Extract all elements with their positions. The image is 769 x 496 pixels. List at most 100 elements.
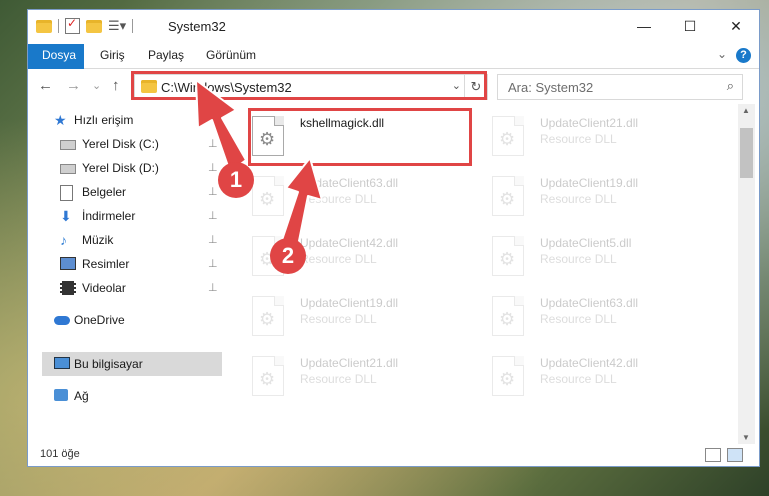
sidebar-item-label: Bu bilgisayar: [74, 357, 143, 371]
file-type: Resource DLL: [540, 252, 617, 266]
file-name: UpdateClient21.dll: [300, 356, 399, 370]
file-type: Resource DLL: [300, 372, 377, 386]
gear-icon: ⚙: [499, 369, 516, 389]
navigation-bar: ← → ⌄ ↑ C:\Windows\System32 ⌄ ↻ Ara: Sys…: [28, 69, 759, 103]
sidebar-item-label: Yerel Disk (C:): [82, 137, 159, 151]
file-type: Resource DLL: [300, 192, 377, 206]
details-view-icon[interactable]: [705, 448, 721, 462]
pin-icon[interactable]: ⊥: [208, 204, 218, 228]
properties-icon[interactable]: [65, 16, 80, 34]
dll-file-icon: ⚙: [252, 296, 284, 336]
file-item[interactable]: ⚙ UpdateClient63.dll Resource DLL: [246, 170, 476, 220]
sidebar-item-label: Yerel Disk (D:): [82, 161, 159, 175]
drive-icon: [60, 164, 76, 174]
file-item[interactable]: ⚙ UpdateClient21.dll Resource DLL: [486, 110, 716, 160]
up-button[interactable]: ↑: [112, 77, 120, 94]
sidebar-item-downloads[interactable]: ⬇ İndirmeler ⊥: [28, 204, 224, 228]
sidebar-item-music[interactable]: ♪ Müzik ⊥: [28, 228, 224, 252]
sidebar-item-videos[interactable]: Videolar ⊥: [28, 276, 224, 300]
item-count: 101 öğe: [40, 448, 80, 460]
scroll-thumb[interactable]: [740, 128, 753, 178]
sidebar-item-label: İndirmeler: [82, 209, 136, 223]
sidebar-item-local-disk-d[interactable]: Yerel Disk (D:) ⊥: [28, 156, 224, 180]
pin-icon[interactable]: ⊥: [208, 252, 218, 276]
sidebar-item-label: Hızlı erişim: [74, 113, 134, 127]
forward-button[interactable]: →: [66, 77, 81, 94]
computer-icon: [54, 357, 70, 369]
pin-icon[interactable]: ⊥: [208, 180, 218, 204]
file-type: Resource DLL: [540, 192, 617, 206]
file-type: Resource DLL: [300, 252, 377, 266]
file-name: UpdateClient63.dll: [540, 296, 639, 310]
toolbar-divider: [58, 19, 59, 33]
sidebar-item-pictures[interactable]: Resimler ⊥: [28, 252, 224, 276]
help-icon[interactable]: ?: [736, 48, 751, 63]
new-folder-icon[interactable]: [86, 19, 102, 33]
sidebar-item-label: OneDrive: [74, 313, 125, 327]
sidebar-item-label: Ağ: [74, 389, 89, 403]
window-title: System32: [168, 19, 226, 34]
file-name: UpdateClient42.dll: [300, 236, 399, 250]
dll-file-icon: ⚙: [492, 116, 524, 156]
sidebar-item-label: Resimler: [82, 257, 130, 271]
dll-file-icon: ⚙: [492, 356, 524, 396]
scroll-down-icon[interactable]: ▼: [742, 433, 750, 442]
file-item[interactable]: ⚙ UpdateClient42.dll Resource DLL: [486, 350, 716, 400]
search-icon[interactable]: ⌕: [727, 78, 734, 94]
tab-home[interactable]: Giriş: [86, 44, 139, 67]
video-icon: [60, 281, 76, 295]
large-icons-view-icon[interactable]: [727, 448, 743, 462]
sidebar-item-network[interactable]: Ağ: [28, 384, 224, 408]
back-button[interactable]: ←: [38, 77, 53, 94]
file-item[interactable]: ⚙ UpdateClient19.dll Resource DLL: [486, 170, 716, 220]
maximize-button[interactable]: ☐: [667, 10, 713, 42]
file-item[interactable]: ⚙ UpdateClient5.dll Resource DLL: [486, 230, 716, 280]
customize-toolbar-icon[interactable]: ☰▾: [108, 18, 126, 34]
step-2-badge: 2: [270, 238, 306, 274]
gear-icon: ⚙: [499, 189, 516, 209]
minimize-button[interactable]: —: [621, 10, 667, 42]
gear-icon: ⚙: [259, 189, 276, 209]
sidebar-item-local-disk-c[interactable]: Yerel Disk (C:) ⊥: [28, 132, 224, 156]
pin-icon[interactable]: ⊥: [208, 276, 218, 300]
star-icon: ★: [54, 112, 67, 128]
sidebar-item-label: Videolar: [82, 281, 126, 295]
dll-file-icon: ⚙: [492, 236, 524, 276]
dll-file-icon: ⚙: [252, 356, 284, 396]
file-type: Resource DLL: [540, 372, 617, 386]
dll-file-icon: ⚙: [492, 296, 524, 336]
file-name: UpdateClient42.dll: [540, 356, 639, 370]
file-item[interactable]: ⚙ UpdateClient21.dll Resource DLL: [246, 350, 476, 400]
vertical-scrollbar[interactable]: ▲ ▼: [738, 104, 755, 444]
file-name: UpdateClient21.dll: [540, 116, 639, 130]
sidebar-item-this-pc[interactable]: Bu bilgisayar: [42, 352, 222, 376]
sidebar-item-label: Belgeler: [82, 185, 127, 199]
download-icon: ⬇: [60, 208, 72, 224]
cloud-icon: [54, 316, 70, 325]
sidebar-item-quick-access[interactable]: ★ Hızlı erişim: [28, 108, 224, 132]
pin-icon[interactable]: ⊥: [208, 228, 218, 252]
pin-icon[interactable]: ⊥: [208, 132, 218, 156]
tab-share[interactable]: Paylaş: [134, 44, 198, 67]
recent-locations-button[interactable]: ⌄: [92, 79, 101, 92]
file-name: UpdateClient63.dll: [300, 176, 399, 190]
ribbon-tabs: Dosya Giriş Paylaş Görünüm ⌄ ?: [28, 44, 759, 94]
pin-icon[interactable]: ⊥: [208, 156, 218, 180]
folder-icon[interactable]: [36, 19, 52, 33]
sidebar-item-onedrive[interactable]: OneDrive: [28, 308, 224, 332]
gear-icon: ⚙: [499, 129, 516, 149]
file-item[interactable]: ⚙ UpdateClient19.dll Resource DLL: [246, 290, 476, 340]
file-name: UpdateClient19.dll: [540, 176, 639, 190]
sidebar-item-documents[interactable]: Belgeler ⊥: [28, 180, 224, 204]
search-input[interactable]: Ara: System32: [508, 80, 593, 95]
tab-view[interactable]: Görünüm: [192, 44, 270, 67]
file-item[interactable]: ⚙ UpdateClient63.dll Resource DLL: [486, 290, 716, 340]
expand-ribbon-icon[interactable]: ⌄: [717, 47, 727, 61]
navigation-pane: ★ Hızlı erişim Yerel Disk (C:) ⊥ Yerel D…: [28, 104, 224, 444]
close-button[interactable]: ✕: [713, 10, 759, 42]
toolbar-divider: [132, 19, 134, 33]
search-box[interactable]: Ara: System32 ⌕: [497, 74, 743, 100]
file-type: Resource DLL: [300, 312, 377, 326]
scroll-up-icon[interactable]: ▲: [742, 106, 750, 115]
document-icon: [60, 185, 73, 201]
